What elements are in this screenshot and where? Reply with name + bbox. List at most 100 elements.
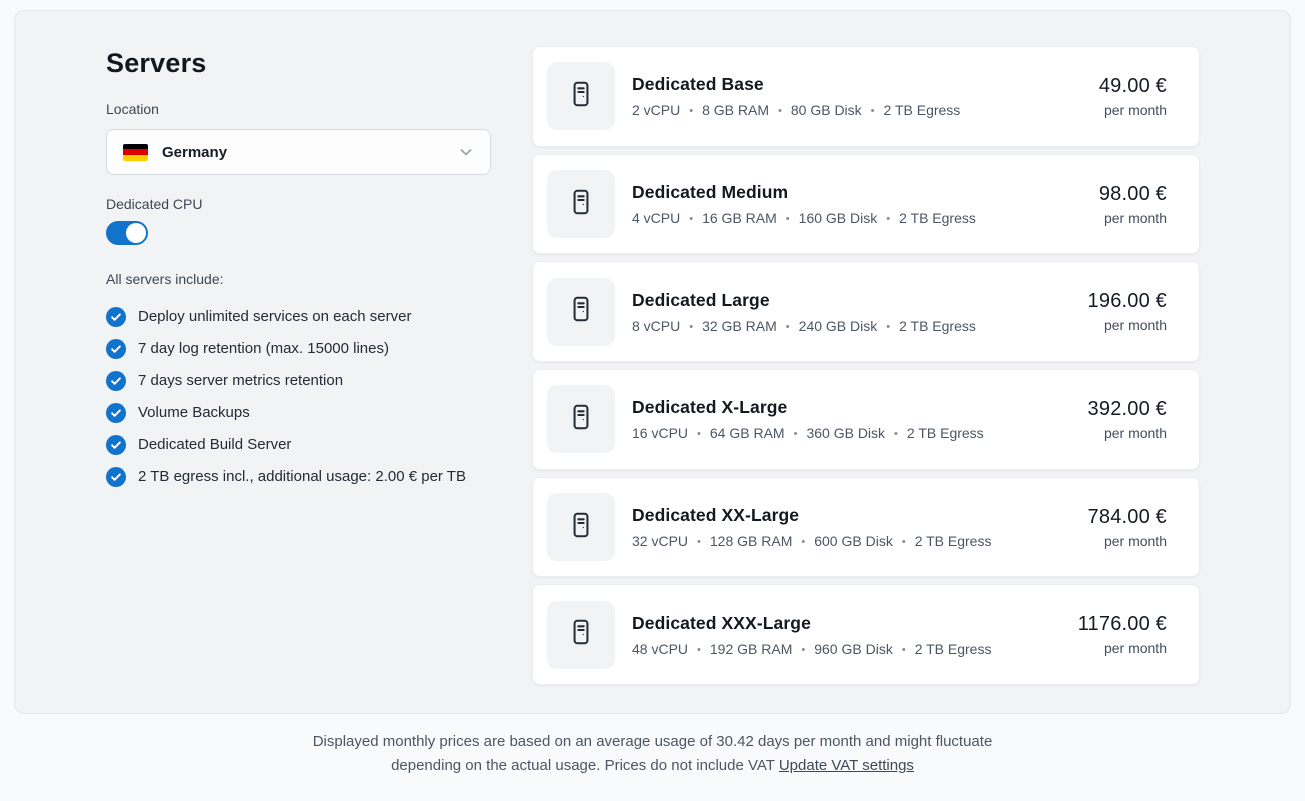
server-price: 49.00 €	[1099, 75, 1167, 98]
server-price-box: 784.00 € per month	[1088, 506, 1167, 549]
server-tower-icon	[566, 617, 596, 652]
spec-item: 16 GB RAM	[680, 210, 777, 226]
include-item: 2 TB egress incl., additional usage: 2.0…	[106, 467, 491, 487]
spec-item: 600 GB Disk	[792, 533, 892, 549]
spec-item: 2 TB Egress	[893, 533, 992, 549]
server-specs: 16 vCPU64 GB RAM360 GB Disk2 TB Egress	[632, 425, 1072, 441]
server-tower-icon	[566, 402, 596, 437]
spec-item: 2 TB Egress	[862, 102, 961, 118]
includes-list: Deploy unlimited services on each server…	[106, 307, 491, 487]
server-name: Dedicated X-Large	[632, 397, 1072, 418]
server-specs: 32 vCPU128 GB RAM600 GB Disk2 TB Egress	[632, 533, 1072, 549]
check-icon	[106, 339, 126, 359]
include-item-label: Deploy unlimited services on each server	[138, 307, 411, 327]
server-card[interactable]: Dedicated XX-Large 32 vCPU128 GB RAM600 …	[532, 477, 1200, 578]
server-icon-box	[547, 170, 615, 238]
server-price-box: 196.00 € per month	[1088, 290, 1167, 333]
server-price-period: per month	[1078, 640, 1167, 656]
server-card-main: Dedicated Base 2 vCPU8 GB RAM80 GB Disk2…	[632, 74, 1083, 118]
sidebar: Servers Location Germany Dedicated CPU A…	[106, 46, 491, 685]
server-card[interactable]: Dedicated Base 2 vCPU8 GB RAM80 GB Disk2…	[532, 46, 1200, 147]
spec-item: 8 GB RAM	[680, 102, 769, 118]
server-card[interactable]: Dedicated Medium 4 vCPU16 GB RAM160 GB D…	[532, 154, 1200, 255]
servers-panel: Servers Location Germany Dedicated CPU A…	[14, 10, 1291, 714]
server-card-main: Dedicated Large 8 vCPU32 GB RAM240 GB Di…	[632, 290, 1072, 334]
include-item: Deploy unlimited services on each server	[106, 307, 491, 327]
server-card[interactable]: Dedicated Large 8 vCPU32 GB RAM240 GB Di…	[532, 261, 1200, 362]
check-icon	[106, 435, 126, 455]
location-select[interactable]: Germany	[106, 129, 491, 175]
server-name: Dedicated Large	[632, 290, 1072, 311]
include-item-label: Volume Backups	[138, 403, 250, 423]
spec-item: 48 vCPU	[632, 641, 688, 657]
germany-flag-icon	[123, 144, 148, 161]
spec-item: 960 GB Disk	[792, 641, 892, 657]
toggle-knob	[126, 223, 146, 243]
spec-item: 2 TB Egress	[885, 425, 984, 441]
spec-item: 32 vCPU	[632, 533, 688, 549]
server-list: Dedicated Base 2 vCPU8 GB RAM80 GB Disk2…	[532, 46, 1200, 685]
includes-heading: All servers include:	[106, 271, 491, 287]
chevron-down-icon	[458, 144, 474, 160]
server-price: 98.00 €	[1099, 183, 1167, 206]
spec-item: 80 GB Disk	[769, 102, 862, 118]
include-item-label: 2 TB egress incl., additional usage: 2.0…	[138, 467, 466, 487]
location-label: Location	[106, 101, 491, 117]
server-icon-box	[547, 601, 615, 669]
server-price-period: per month	[1088, 425, 1167, 441]
server-tower-icon	[566, 294, 596, 329]
server-icon-box	[547, 385, 615, 453]
include-item: 7 day log retention (max. 15000 lines)	[106, 339, 491, 359]
spec-item: 2 vCPU	[632, 102, 680, 118]
spec-item: 192 GB RAM	[688, 641, 792, 657]
page-title: Servers	[106, 48, 491, 79]
spec-item: 160 GB Disk	[777, 210, 877, 226]
check-icon	[106, 467, 126, 487]
dedicated-cpu-label: Dedicated CPU	[106, 196, 491, 212]
server-price: 196.00 €	[1088, 290, 1167, 313]
spec-item: 2 TB Egress	[893, 641, 992, 657]
server-price-box: 1176.00 € per month	[1078, 613, 1167, 656]
dedicated-cpu-toggle[interactable]	[106, 221, 148, 245]
update-vat-settings-link[interactable]: Update VAT settings	[779, 757, 914, 774]
server-price: 784.00 €	[1088, 506, 1167, 529]
server-card[interactable]: Dedicated X-Large 16 vCPU64 GB RAM360 GB…	[532, 369, 1200, 470]
server-tower-icon	[566, 187, 596, 222]
server-name: Dedicated XXX-Large	[632, 613, 1062, 634]
include-item: Dedicated Build Server	[106, 435, 491, 455]
include-item-label: 7 days server metrics retention	[138, 371, 343, 391]
server-specs: 2 vCPU8 GB RAM80 GB Disk2 TB Egress	[632, 102, 1083, 118]
server-price-period: per month	[1099, 210, 1167, 226]
server-icon-box	[547, 278, 615, 346]
server-specs: 4 vCPU16 GB RAM160 GB Disk2 TB Egress	[632, 210, 1083, 226]
server-card-main: Dedicated XX-Large 32 vCPU128 GB RAM600 …	[632, 505, 1072, 549]
server-icon-box	[547, 62, 615, 130]
server-price-box: 392.00 € per month	[1088, 398, 1167, 441]
server-name: Dedicated XX-Large	[632, 505, 1072, 526]
spec-item: 16 vCPU	[632, 425, 688, 441]
include-item: 7 days server metrics retention	[106, 371, 491, 391]
server-tower-icon	[566, 510, 596, 545]
server-card-main: Dedicated X-Large 16 vCPU64 GB RAM360 GB…	[632, 397, 1072, 441]
server-icon-box	[547, 493, 615, 561]
server-price-period: per month	[1088, 317, 1167, 333]
check-icon	[106, 307, 126, 327]
server-price: 392.00 €	[1088, 398, 1167, 421]
server-name: Dedicated Base	[632, 74, 1083, 95]
include-item-label: Dedicated Build Server	[138, 435, 291, 455]
spec-item: 360 GB Disk	[785, 425, 885, 441]
server-price-box: 49.00 € per month	[1099, 75, 1167, 118]
location-select-value: Germany	[162, 144, 458, 161]
spec-item: 128 GB RAM	[688, 533, 792, 549]
server-card[interactable]: Dedicated XXX-Large 48 vCPU192 GB RAM960…	[532, 584, 1200, 685]
include-item: Volume Backups	[106, 403, 491, 423]
spec-item: 2 TB Egress	[877, 318, 976, 334]
check-icon	[106, 403, 126, 423]
server-card-main: Dedicated XXX-Large 48 vCPU192 GB RAM960…	[632, 613, 1062, 657]
spec-item: 2 TB Egress	[877, 210, 976, 226]
check-icon	[106, 371, 126, 391]
pricing-footnote: Displayed monthly prices are based on an…	[303, 730, 1003, 794]
spec-item: 4 vCPU	[632, 210, 680, 226]
server-price-period: per month	[1099, 102, 1167, 118]
server-tower-icon	[566, 79, 596, 114]
